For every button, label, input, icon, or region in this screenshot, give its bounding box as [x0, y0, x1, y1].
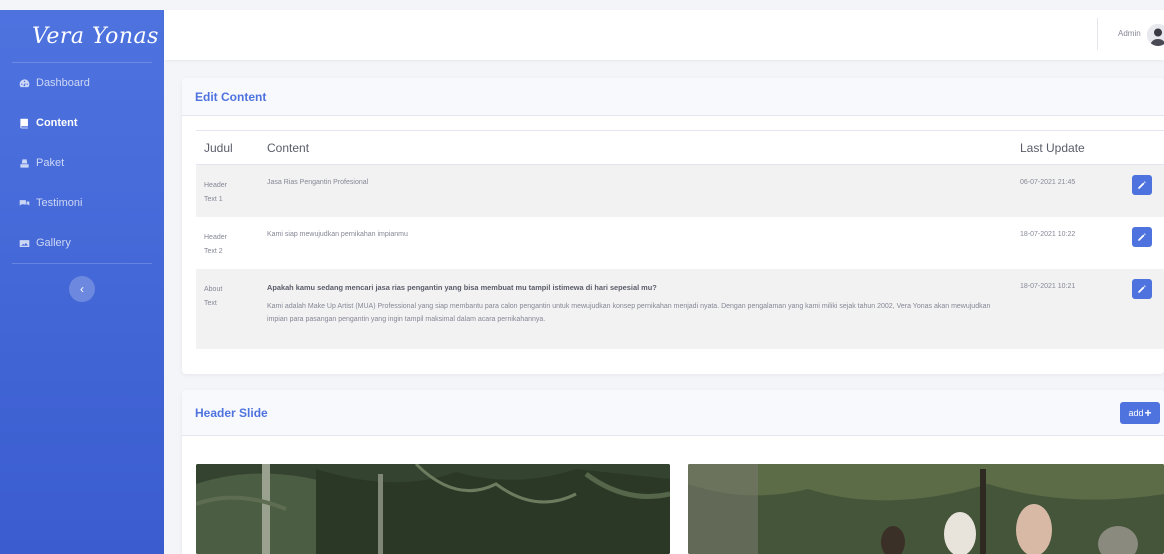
sidebar-toggle-button[interactable]: ‹: [69, 276, 95, 302]
card-header: Edit Content: [182, 78, 1164, 116]
judul-line: Text 1: [204, 196, 223, 203]
card-header: Header Slide add +: [182, 390, 1164, 436]
add-button-label: add: [1128, 408, 1144, 418]
avatar[interactable]: [1147, 24, 1164, 46]
user-avatar-icon: [1147, 24, 1164, 46]
sidebar-item-label: Gallery: [36, 237, 71, 249]
edit-button[interactable]: [1132, 278, 1152, 299]
comments-icon: [18, 197, 30, 209]
bride-photo: [688, 464, 1164, 554]
judul-line: About: [204, 285, 223, 293]
column-header-action: [1124, 130, 1164, 165]
sidebar-item-label: Content: [36, 117, 78, 129]
cell-action: [1124, 217, 1164, 269]
sidebar: Vera Yonas Dashboard Content Paket Testi…: [0, 10, 164, 554]
cell-content: Jasa Rias Pengantin Profesional: [259, 164, 1012, 217]
brand-name: Vera Yonas: [32, 23, 159, 49]
edit-content-card: Edit Content Judul Content Last Update H…: [182, 78, 1164, 374]
plus-icon: +: [1144, 406, 1152, 420]
table-row: About Text Apakah kamu sedang mencari ja…: [196, 268, 1164, 349]
column-header-judul: Judul: [196, 130, 259, 165]
cell-last-update: 18-07-2021 10:22: [1020, 230, 1076, 238]
about-heading: Apakah kamu sedang mencari jasa rias pen…: [267, 282, 657, 292]
card-title: Edit Content: [195, 89, 267, 104]
sidebar-item-label: Dashboard: [36, 77, 90, 89]
slide-image[interactable]: [196, 464, 670, 554]
user-name[interactable]: Admin: [1118, 29, 1141, 38]
topbar: Admin: [164, 10, 1164, 60]
column-header-last-update: Last Update: [1012, 130, 1124, 165]
sidebar-toggle-wrap: ‹: [0, 264, 164, 302]
topbar-divider: [1097, 18, 1098, 50]
sidebar-item-label: Paket: [36, 157, 65, 169]
edit-button[interactable]: [1132, 175, 1152, 195]
cell-action: [1124, 164, 1164, 217]
about-body: Kami adalah Make Up Artist (MUA) Profess…: [267, 302, 991, 323]
cell-action: [1124, 268, 1164, 349]
pencil-icon: [1138, 232, 1146, 241]
palm-trees-photo: [196, 464, 670, 554]
cell-content: Kami siap mewujudkan pernikahan impianmu: [267, 230, 408, 238]
sidebar-item-gallery[interactable]: Gallery: [0, 223, 164, 263]
cell-judul: About Text: [196, 268, 259, 349]
cell-last-update: 18-07-2021 10:21: [1012, 268, 1124, 349]
judul-line: Text: [204, 299, 217, 307]
judul-line: Text 2: [204, 247, 223, 255]
pencil-icon: [1138, 284, 1146, 293]
book-icon: [18, 117, 30, 129]
slide-image[interactable]: [688, 464, 1164, 554]
table-row: Header Text 1 Jasa Rias Pengantin Profes…: [196, 164, 1164, 217]
table-row: Header Text 2 Kami siap mewujudkan perni…: [196, 217, 1164, 269]
add-slide-button[interactable]: add +: [1120, 402, 1160, 424]
chevron-left-icon: ‹: [80, 282, 84, 296]
tachometer-icon: [18, 77, 30, 89]
content-table: Judul Content Last Update Header Text 1 …: [196, 130, 1164, 349]
judul-line: Header: [204, 182, 227, 189]
sidebar-item-content[interactable]: Content: [0, 103, 164, 143]
cell-last-update: 06-07-2021 21:45: [1012, 164, 1124, 217]
header-slide-card: Header Slide add +: [182, 390, 1164, 554]
table-header-row: Judul Content Last Update: [196, 130, 1164, 165]
edit-button[interactable]: [1132, 226, 1152, 247]
sidebar-item-paket[interactable]: Paket: [0, 143, 164, 183]
cell-judul: Header Text 1: [196, 164, 259, 217]
box-icon: [18, 157, 30, 169]
cell-content: Apakah kamu sedang mencari jasa rias pen…: [259, 268, 1012, 349]
column-header-content: Content: [259, 130, 1012, 165]
cell-judul: Header Text 2: [196, 217, 259, 269]
pencil-icon: [1138, 181, 1146, 189]
image-icon: [18, 237, 30, 249]
sidebar-item-label: Testimoni: [36, 197, 83, 209]
sidebar-item-testimoni[interactable]: Testimoni: [0, 183, 164, 223]
brand-logo[interactable]: Vera Yonas: [0, 10, 164, 62]
card-title: Header Slide: [195, 405, 268, 420]
sidebar-item-dashboard[interactable]: Dashboard: [0, 63, 164, 103]
judul-line: Header: [204, 233, 227, 241]
